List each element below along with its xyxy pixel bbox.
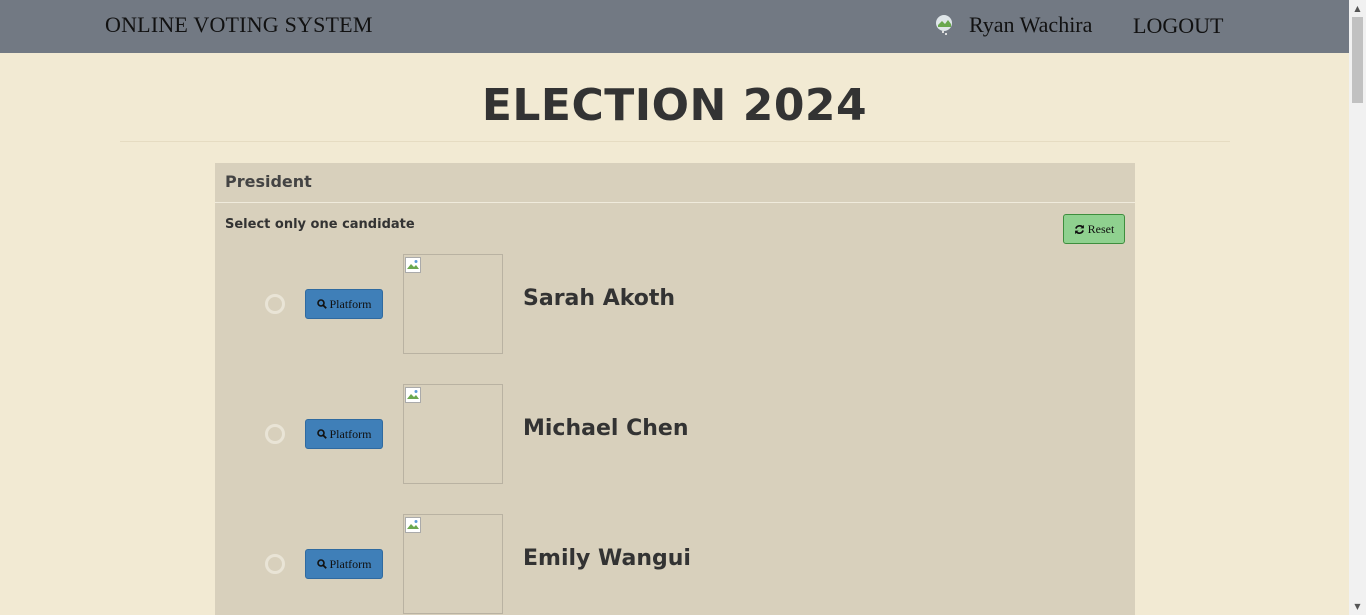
broken-image-icon [405, 517, 421, 533]
candidate-name: Michael Chen [523, 416, 689, 441]
platform-button[interactable]: Platform [305, 419, 383, 449]
logout-link[interactable]: LOGOUT [1133, 13, 1223, 39]
page-title: ELECTION 2024 [481, 80, 868, 131]
top-navbar: ONLINE VOTING SYSTEM Ryan Wachira LOGOUT [0, 0, 1349, 53]
candidate-row: Platform Sarah Akoth [215, 254, 1135, 354]
platform-button[interactable]: Platform [305, 289, 383, 319]
position-heading: President [215, 163, 1135, 203]
platform-label: Platform [329, 296, 372, 311]
candidate-radio[interactable] [265, 424, 285, 444]
position-panel-president: President Select only one candidate Rese… [215, 163, 1135, 615]
candidate-row: Platform Michael Chen [215, 384, 1135, 484]
reset-label: Reset [1087, 221, 1115, 236]
candidate-radio[interactable] [265, 294, 285, 314]
page-scrollbar[interactable]: ▲ ▼ [1349, 0, 1366, 615]
scroll-down-arrow-icon[interactable]: ▼ [1349, 598, 1366, 615]
platform-button[interactable]: Platform [305, 549, 383, 579]
scroll-thumb[interactable] [1352, 17, 1363, 103]
candidate-name: Sarah Akoth [523, 286, 676, 311]
broken-image-icon [405, 387, 421, 403]
title-divider [120, 141, 1230, 142]
candidate-photo [403, 384, 503, 484]
user-avatar [935, 14, 953, 36]
candidate-name: Emily Wangui [523, 546, 691, 571]
platform-label: Platform [329, 426, 372, 441]
reset-button[interactable]: Reset [1063, 214, 1125, 244]
candidate-row: Platform Emily Wangui [215, 514, 1135, 614]
refresh-icon [1074, 224, 1084, 234]
broken-image-icon [405, 257, 421, 273]
avatar-broken-image-icon [936, 15, 952, 35]
selection-instruction: Select only one candidate [225, 217, 415, 232]
candidate-radio[interactable] [265, 554, 285, 574]
search-icon [316, 559, 327, 569]
candidate-photo [403, 514, 503, 614]
candidate-photo [403, 254, 503, 354]
search-icon [316, 429, 327, 439]
user-name: Ryan Wachira [969, 12, 1093, 37]
brand-title[interactable]: ONLINE VOTING SYSTEM [105, 12, 373, 38]
scroll-up-arrow-icon[interactable]: ▲ [1349, 0, 1366, 17]
search-icon [316, 299, 327, 309]
platform-label: Platform [329, 556, 372, 571]
